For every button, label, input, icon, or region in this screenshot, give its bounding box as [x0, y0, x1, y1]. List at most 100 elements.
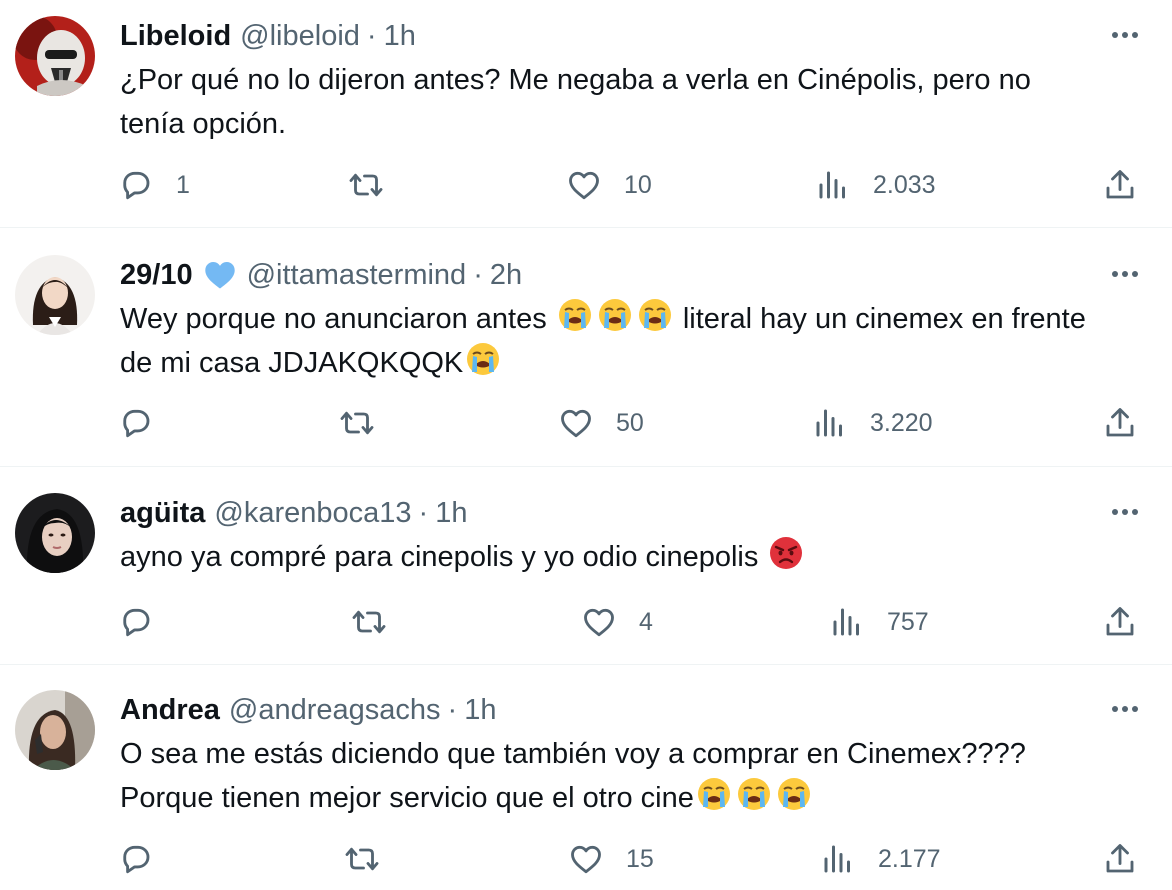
loudly-crying-face-icon — [736, 776, 772, 812]
heart-icon — [558, 405, 594, 441]
avatar-image-portrait — [15, 690, 95, 770]
tweet-header: agüita @karenboca13 · 1h — [120, 493, 467, 533]
retweet-button[interactable] — [348, 163, 406, 207]
heart-icon — [568, 841, 604, 877]
display-name[interactable]: Libeloid — [120, 20, 231, 53]
views-button[interactable]: 3.220 — [812, 401, 933, 445]
share-button[interactable] — [1102, 600, 1138, 644]
like-button[interactable]: 10 — [566, 163, 652, 207]
more-options-button[interactable] — [1108, 257, 1142, 291]
like-button[interactable]: 15 — [568, 837, 654, 881]
like-count: 15 — [626, 844, 654, 873]
action-bar: 15 2.177 — [118, 837, 1148, 881]
share-button[interactable] — [1102, 837, 1138, 881]
reply-button[interactable] — [118, 837, 176, 881]
more-options-button[interactable] — [1108, 18, 1142, 52]
reply-icon — [118, 841, 154, 877]
more-icon — [1112, 32, 1138, 38]
loudly-crying-face-icon — [465, 341, 501, 377]
share-icon — [1102, 841, 1138, 877]
views-button[interactable]: 2.033 — [815, 163, 936, 207]
reply-button[interactable] — [118, 401, 176, 445]
more-icon — [1112, 509, 1138, 515]
timestamp[interactable]: 1h — [464, 694, 496, 727]
retweet-icon — [348, 167, 384, 203]
timestamp[interactable]: 1h — [435, 497, 467, 530]
separator: · — [447, 693, 458, 726]
reply-count: 1 — [176, 170, 190, 199]
loudly-crying-face-icon — [637, 297, 673, 333]
share-button[interactable] — [1102, 163, 1138, 207]
retweet-icon — [344, 841, 380, 877]
heart-icon — [566, 167, 602, 203]
text-segment: literal hay un cinemex en frente — [674, 303, 1086, 335]
more-options-button[interactable] — [1108, 495, 1142, 529]
tweet-2[interactable]: 29/10 @ittamastermind · 2h Wey porque no… — [0, 228, 1172, 467]
views-chart-icon — [820, 841, 856, 877]
share-button[interactable] — [1102, 401, 1138, 445]
tweet-text-line: Porque tienen mejor servicio que el otro… — [120, 776, 1150, 820]
timestamp[interactable]: 2h — [490, 259, 522, 292]
loudly-crying-face-icon — [776, 776, 812, 812]
avatar[interactable] — [15, 255, 95, 335]
tweet-4[interactable]: Andrea @andreagsachs · 1h O sea me estás… — [0, 665, 1172, 890]
tweet-text: Wey porque no anunciaron antes literal h… — [120, 297, 1150, 385]
reply-button[interactable] — [118, 600, 176, 644]
tweet-1[interactable]: Libeloid @libeloid · 1h ¿Por qué no lo d… — [0, 0, 1172, 228]
loudly-crying-face-icon — [557, 297, 593, 333]
share-icon — [1102, 405, 1138, 441]
retweet-icon — [351, 604, 387, 640]
share-icon — [1102, 167, 1138, 203]
tweet-text-line: de mi casa JDJAKQKQQK — [120, 341, 1150, 385]
tweet-header: 29/10 @ittamastermind · 2h — [120, 255, 522, 295]
display-name[interactable]: agüita — [120, 497, 205, 530]
retweet-button[interactable] — [339, 401, 397, 445]
avatar-image-portrait — [15, 255, 95, 335]
text-segment: Porque tienen mejor servicio que el otro… — [120, 782, 694, 814]
reply-feed: Libeloid @libeloid · 1h ¿Por qué no lo d… — [0, 0, 1172, 890]
display-name[interactable]: Andrea — [120, 694, 220, 727]
views-button[interactable]: 757 — [829, 600, 929, 644]
more-options-button[interactable] — [1108, 692, 1142, 726]
user-handle[interactable]: @libeloid — [240, 20, 360, 53]
timestamp[interactable]: 1h — [384, 20, 416, 53]
action-bar: 50 3.220 — [118, 401, 1148, 445]
views-chart-icon — [829, 604, 865, 640]
reply-icon — [118, 604, 154, 640]
like-count: 10 — [624, 170, 652, 199]
retweet-button[interactable] — [351, 600, 409, 644]
text-segment: ayno ya compré para cinepolis y yo odio … — [120, 541, 767, 573]
user-handle[interactable]: @andreagsachs — [229, 694, 441, 727]
tweet-text: ¿Por qué no lo dijeron antes? Me negaba … — [120, 58, 1150, 146]
like-button[interactable]: 4 — [581, 600, 653, 644]
avatar[interactable] — [15, 16, 95, 96]
separator: · — [473, 258, 483, 291]
view-count: 3.220 — [870, 408, 933, 437]
view-count: 2.033 — [873, 170, 936, 199]
tweet-text-line: ¿Por qué no lo dijeron antes? Me negaba … — [120, 64, 1031, 96]
reply-icon — [118, 167, 154, 203]
share-icon — [1102, 604, 1138, 640]
views-button[interactable]: 2.177 — [820, 837, 941, 881]
display-name[interactable]: 29/10 — [120, 259, 193, 292]
reply-button[interactable]: 1 — [118, 163, 190, 207]
tweet-text-line: ayno ya compré para cinepolis y yo odio … — [120, 535, 1150, 579]
avatar[interactable] — [15, 493, 95, 573]
like-button[interactable]: 50 — [558, 401, 644, 445]
tweet-text-line: Wey porque no anunciaron antes literal h… — [120, 297, 1150, 341]
avatar-image-portrait — [15, 493, 95, 573]
separator: · — [418, 496, 429, 529]
blue-heart-icon — [202, 257, 238, 293]
user-handle[interactable]: @ittamastermind — [247, 259, 467, 292]
reply-icon — [118, 405, 154, 441]
loudly-crying-face-icon — [696, 776, 732, 812]
separator: · — [366, 19, 377, 52]
tweet-3[interactable]: agüita @karenboca13 · 1h ayno ya compré … — [0, 467, 1172, 665]
heart-icon — [581, 604, 617, 640]
views-chart-icon — [815, 167, 851, 203]
avatar[interactable] — [15, 690, 95, 770]
retweet-button[interactable] — [344, 837, 402, 881]
user-handle[interactable]: @karenboca13 — [214, 497, 411, 530]
text-segment: Wey porque no anunciaron antes — [120, 303, 555, 335]
angry-face-icon — [768, 535, 804, 571]
